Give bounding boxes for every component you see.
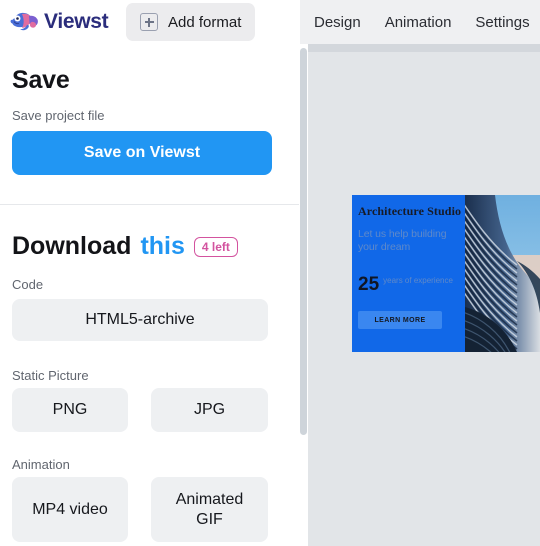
download-title-highlight: this xyxy=(140,232,185,260)
chameleon-logo-icon xyxy=(10,8,40,36)
preview-canvas: Architecture Studio Let us help building… xyxy=(308,44,540,546)
save-subtitle: Save project file xyxy=(12,108,105,123)
canvas-top-shadow xyxy=(308,44,540,52)
main-nav: Design Animation Settings xyxy=(300,0,540,44)
add-format-button[interactable]: Add format xyxy=(126,3,256,41)
app-root: Viewst Add format Design Animation Setti… xyxy=(0,0,540,546)
tab-design[interactable]: Design xyxy=(314,14,361,31)
banner-subtitle: Let us help building your dream xyxy=(358,227,447,253)
group-label-static-picture: Static Picture xyxy=(12,368,89,383)
tab-settings[interactable]: Settings xyxy=(475,14,529,31)
format-mp4-video-button[interactable]: MP4 video xyxy=(12,477,128,542)
brand-logo[interactable]: Viewst xyxy=(10,8,109,36)
group-label-code: Code xyxy=(12,277,44,292)
downloads-left-badge: 4 left xyxy=(193,236,238,257)
save-title: Save xyxy=(12,66,70,94)
add-format-label: Add format xyxy=(168,13,242,31)
plus-square-icon xyxy=(140,13,158,31)
banner-preview[interactable]: Architecture Studio Let us help building… xyxy=(352,195,540,352)
format-png-button[interactable]: PNG xyxy=(12,388,128,432)
tab-animation[interactable]: Animation xyxy=(385,14,452,31)
format-html5-archive-button[interactable]: HTML5-archive xyxy=(12,299,268,341)
save-on-viewst-button[interactable]: Save on Viewst xyxy=(12,131,272,175)
download-title: Download xyxy=(12,232,132,260)
download-heading: Download this 4 left xyxy=(12,232,238,261)
banner-learn-more-button[interactable]: LEARN MORE xyxy=(358,311,442,329)
section-divider xyxy=(0,204,300,205)
banner-title: Architecture Studio xyxy=(358,204,462,218)
banner-stat-number: 25 xyxy=(358,274,380,295)
format-animated-gif-button[interactable]: Animated GIF xyxy=(151,477,268,542)
banner-photo xyxy=(465,195,540,352)
banner-content-area: Architecture Studio Let us help building… xyxy=(352,195,465,352)
banner-stat: 25 years of experience xyxy=(358,275,453,294)
left-panel: Save Save project file Save on Viewst Do… xyxy=(0,44,300,546)
brand-name: Viewst xyxy=(44,10,109,33)
panel-scrollbar-thumb[interactable] xyxy=(300,48,307,435)
banner-stat-caption: years of experience xyxy=(383,276,453,285)
group-label-animation: Animation xyxy=(12,457,70,472)
format-jpg-button[interactable]: JPG xyxy=(151,388,268,432)
top-header: Viewst Add format Design Animation Setti… xyxy=(0,0,540,44)
